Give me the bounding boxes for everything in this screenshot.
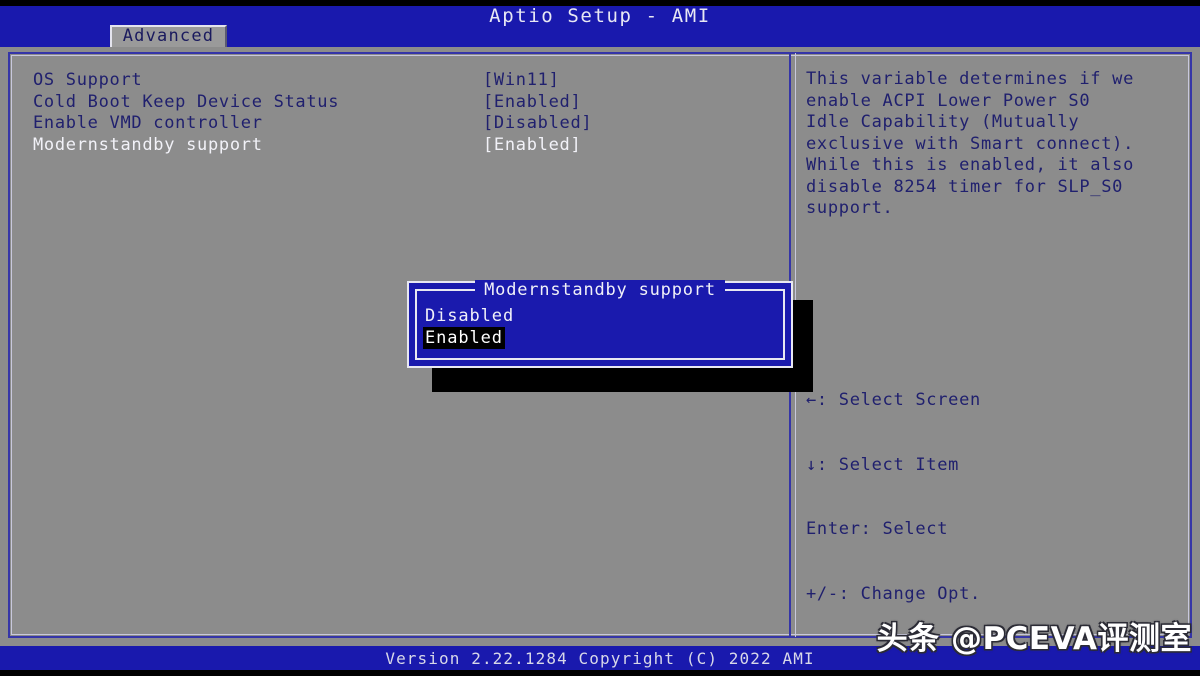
legend-select-screen: ←: Select Screen	[806, 390, 981, 410]
settings-list: OS Support [Win11] Cold Boot Keep Device…	[33, 70, 773, 156]
legend-change-opt: +/-: Change Opt.	[806, 583, 981, 604]
setting-value[interactable]: [Win11]	[483, 70, 560, 92]
page-title: Aptio Setup - AMI	[489, 5, 711, 27]
setting-label: Enable VMD controller	[33, 113, 263, 133]
dialog-option-row[interactable]: Disabled	[423, 305, 775, 327]
dialog-title: Modernstandby support	[417, 280, 783, 300]
setting-value[interactable]: [Disabled]	[483, 113, 592, 135]
setting-row-enable-vmd-controller[interactable]: Enable VMD controller [Disabled]	[33, 113, 773, 135]
dialog-option-row[interactable]: Enabled	[423, 327, 775, 349]
setting-value[interactable]: [Enabled]	[483, 135, 581, 157]
watermark: 头条 @PCEVA评测室	[876, 621, 1192, 657]
setting-label: OS Support	[33, 70, 143, 90]
setting-label: Cold Boot Keep Device Status	[33, 91, 340, 112]
setting-row-cold-boot-keep-device-status[interactable]: Cold Boot Keep Device Status [Enabled]	[33, 92, 773, 114]
help-text: This variable determines if we enable AC…	[806, 69, 1135, 218]
legend-select-item: ↓: Select Item	[806, 454, 960, 475]
setting-value[interactable]: [Enabled]	[483, 92, 581, 114]
dialog-option-enabled[interactable]: Enabled	[423, 327, 505, 349]
tab-advanced[interactable]: Advanced	[110, 25, 227, 47]
bios-setup-screen: Aptio Setup - AMI Advanced OS Support [W…	[0, 0, 1200, 676]
dialog-option-list: Disabled Enabled	[423, 305, 775, 349]
setting-label: Modernstandby support	[33, 134, 263, 155]
setting-row-modernstandby-support[interactable]: Modernstandby support [Enabled]	[33, 135, 773, 157]
dialog-option-disabled[interactable]: Disabled	[423, 305, 516, 327]
setting-row-os-support[interactable]: OS Support [Win11]	[33, 70, 773, 92]
legend-enter-select: Enter: Select	[806, 519, 949, 539]
dialog-title-text: Modernstandby support	[475, 280, 725, 300]
option-dialog: Modernstandby support Disabled Enabled	[407, 280, 793, 368]
